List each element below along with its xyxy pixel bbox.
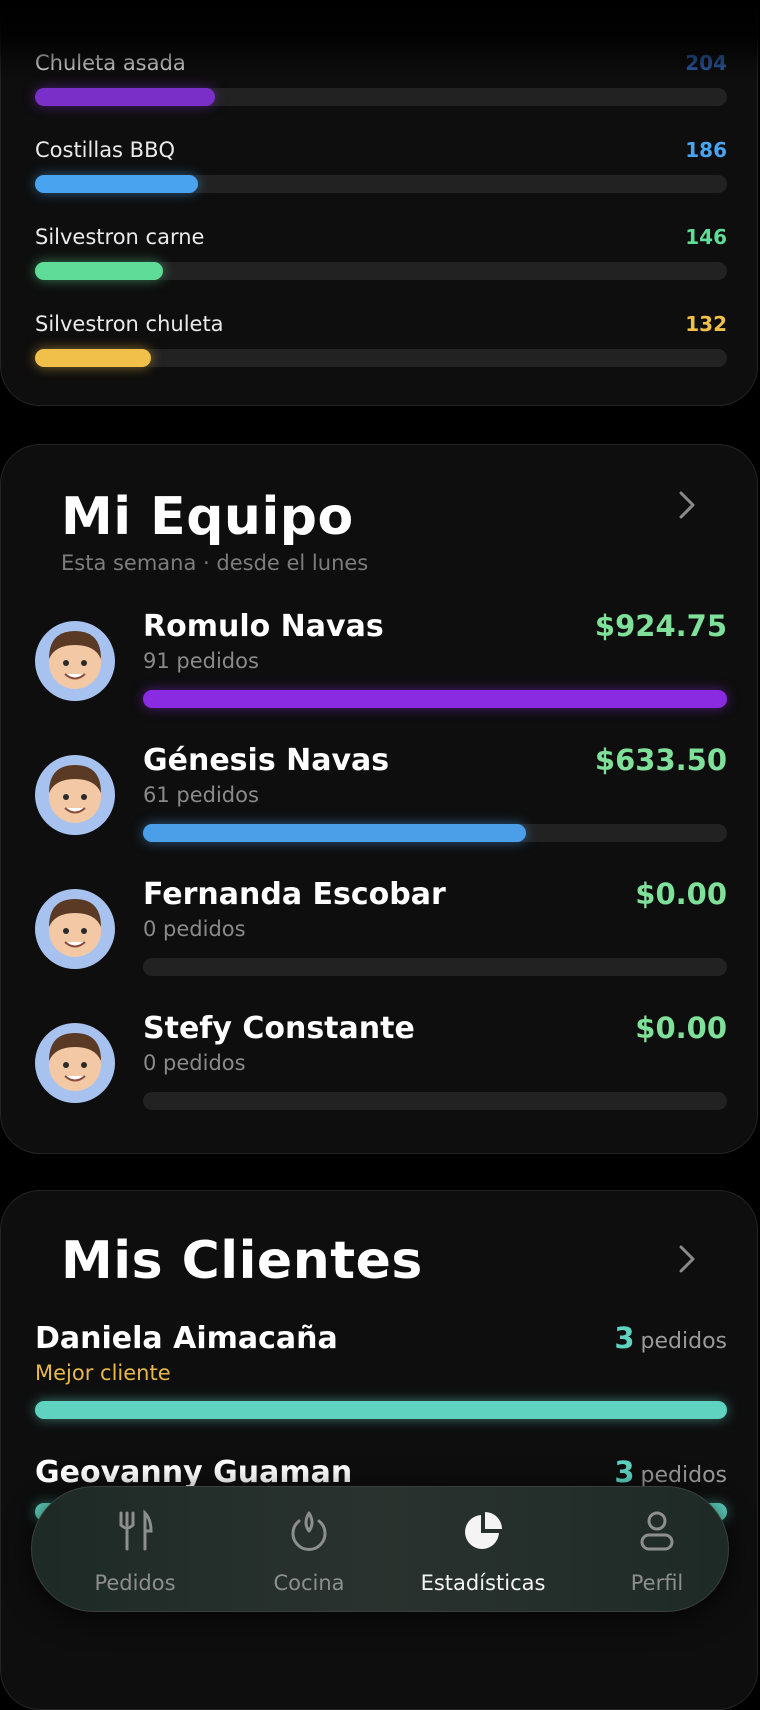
member-name: Fernanda Escobar [143, 877, 446, 912]
tab-label: Perfil [630, 1571, 684, 1595]
team-member-row[interactable]: Génesis Navas 61 pedidos $633.50 [35, 743, 727, 863]
product-name: Chuleta asada [35, 51, 186, 75]
product-count: 146 [685, 225, 727, 249]
member-orders: 0 pedidos [143, 917, 246, 941]
client-count-value: 3 [614, 1455, 635, 1489]
product-count: 132 [685, 312, 727, 336]
product-name: Silvestron chuleta [35, 312, 224, 336]
avatar [35, 621, 115, 701]
product-bar-track [35, 88, 727, 106]
product-bar-track [35, 349, 727, 367]
client-order-count: 3 pedidos [614, 1321, 727, 1355]
member-bar-fill [143, 690, 727, 708]
member-bar-track [143, 1092, 727, 1110]
client-bar-fill [35, 1401, 727, 1419]
tab-label: Cocina [273, 1571, 345, 1595]
client-bar-track [35, 1401, 727, 1419]
client-count-unit: pedidos [640, 1463, 727, 1488]
client-name: Daniela Aimacaña [35, 1321, 338, 1356]
pie-chart-icon [465, 1512, 502, 1549]
tab-label: Pedidos [94, 1571, 176, 1595]
member-amount: $0.00 [635, 1011, 727, 1045]
team-member-row[interactable]: Romulo Navas 91 pedidos $924.75 [35, 609, 727, 729]
client-count-unit: pedidos [640, 1329, 727, 1354]
tab-cocina[interactable]: Cocina [222, 1487, 396, 1613]
tab-label: Estadísticas [420, 1571, 546, 1595]
member-name: Stefy Constante [143, 1011, 415, 1046]
product-bar-fill [35, 349, 152, 367]
team-member-row[interactable]: Stefy Constante 0 pedidos $0.00 [35, 1011, 727, 1131]
member-name: Génesis Navas [143, 743, 390, 778]
member-amount: $0.00 [635, 877, 727, 911]
member-amount: $633.50 [594, 743, 727, 777]
member-name: Romulo Navas [143, 609, 384, 644]
clients-card[interactable]: Mis Clientes Daniela Aimacaña Mejor clie… [0, 1190, 758, 1710]
tab-estadisticas[interactable]: Estadísticas [396, 1487, 570, 1613]
product-count: 186 [685, 138, 727, 162]
product-bar-fill [35, 175, 198, 193]
member-amount: $924.75 [594, 609, 727, 643]
avatar [35, 889, 115, 969]
tab-perfil[interactable]: Perfil [570, 1487, 744, 1613]
team-member-row[interactable]: Fernanda Escobar 0 pedidos $0.00 [35, 877, 727, 997]
person-icon [640, 1511, 674, 1551]
member-bar-fill [143, 824, 526, 842]
tab-pedidos[interactable]: Pedidos [48, 1487, 222, 1613]
client-count-value: 3 [614, 1321, 635, 1355]
member-bar-track [143, 824, 727, 842]
flame-icon [291, 1511, 327, 1551]
product-name: Costillas BBQ [35, 138, 176, 162]
chevron-right-icon[interactable] [677, 1243, 697, 1275]
member-orders: 0 pedidos [143, 1051, 246, 1075]
clients-title: Mis Clientes [61, 1231, 423, 1291]
team-card[interactable]: Mi Equipo Esta semana · desde el lunes R… [0, 444, 758, 1154]
client-name: Geovanny Guaman [35, 1455, 353, 1490]
avatar [35, 1023, 115, 1103]
member-orders: 91 pedidos [143, 649, 259, 673]
fork-knife-icon [119, 1509, 153, 1551]
product-bar-fill [35, 88, 215, 106]
avatar [35, 755, 115, 835]
product-name: Silvestron carne [35, 225, 205, 249]
product-bar-fill [35, 262, 164, 280]
member-bar-track [143, 690, 727, 708]
member-orders: 61 pedidos [143, 783, 259, 807]
team-title: Mi Equipo [61, 487, 354, 547]
product-bar-track [35, 175, 727, 193]
team-subtitle: Esta semana · desde el lunes [61, 551, 369, 575]
top-products-card: Chuleta asada 204 Costillas BBQ 186 Silv… [0, 0, 758, 406]
product-count: 204 [685, 51, 727, 75]
client-order-count: 3 pedidos [614, 1455, 727, 1489]
bottom-tab-bar: Pedidos Cocina Estadísticas Perfil [31, 1486, 729, 1612]
member-bar-track [143, 958, 727, 976]
product-bar-track [35, 262, 727, 280]
chevron-right-icon[interactable] [677, 489, 697, 521]
best-client-badge: Mejor cliente [35, 1361, 171, 1385]
